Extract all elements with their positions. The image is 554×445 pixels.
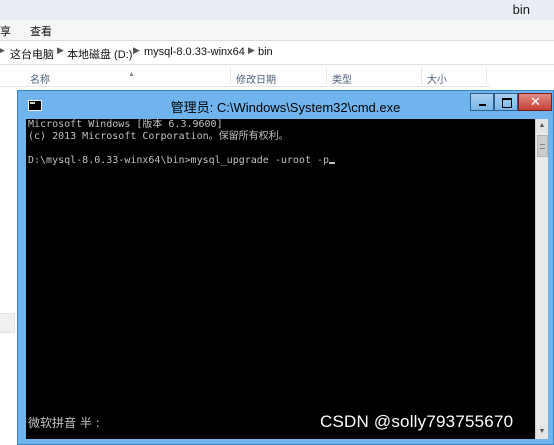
column-divider[interactable]: [230, 68, 231, 84]
scroll-up-arrow-icon[interactable]: ▲: [536, 119, 548, 133]
column-type[interactable]: 类型: [332, 71, 352, 86]
column-size[interactable]: 大小: [427, 71, 447, 86]
breadcrumb-this-pc[interactable]: 这台电脑: [10, 46, 54, 62]
chevron-right-icon: ▶: [133, 45, 140, 55]
console-prompt-line: D:\mysql-8.0.33-winx64\bin>mysql_upgrade…: [28, 155, 330, 166]
vertical-scrollbar[interactable]: ▲ ▼: [535, 119, 548, 439]
explorer-titlebar: bin: [0, 0, 554, 20]
chevron-right-icon: ▶: [0, 45, 5, 55]
explorer-ribbon: 享 查看: [0, 20, 554, 41]
console-output[interactable]: Microsoft Windows [版本 6.3.9600] (c) 2013…: [26, 119, 535, 439]
scrollbar-thumb[interactable]: [537, 135, 548, 157]
breadcrumb-bin[interactable]: bin: [258, 46, 273, 58]
explorer-title: bin: [512, 2, 530, 17]
column-name[interactable]: 名称: [30, 71, 50, 86]
scroll-down-arrow-icon[interactable]: ▼: [536, 425, 548, 439]
maximize-icon: [502, 98, 512, 108]
close-button[interactable]: ✕: [518, 93, 552, 111]
column-modified[interactable]: 修改日期: [236, 71, 276, 86]
console-line: Microsoft Windows [版本 6.3.9600]: [28, 119, 223, 130]
maximize-button[interactable]: [494, 93, 518, 111]
cmd-window[interactable]: 管理员: C:\Windows\System32\cmd.exe ✕ Micro…: [17, 90, 554, 445]
column-headers: ▲ 名称 修改日期 类型 大小: [0, 66, 490, 87]
text-cursor: [329, 162, 336, 164]
sort-ascending-icon: ▲: [128, 71, 135, 78]
column-divider[interactable]: [421, 68, 422, 84]
breadcrumb-local-disk[interactable]: 本地磁盘 (D:): [67, 46, 132, 62]
cmd-titlebar[interactable]: 管理员: C:\Windows\System32\cmd.exe ✕: [18, 91, 553, 119]
breadcrumb-mysql-folder[interactable]: mysql-8.0.33-winx64: [144, 46, 245, 58]
minimize-button[interactable]: [470, 93, 494, 111]
ribbon-tab-view[interactable]: 查看: [30, 23, 52, 39]
nav-pane-item[interactable]: [0, 313, 15, 333]
ime-status-bar: 微软拼音 半 :: [28, 416, 100, 430]
close-icon: ✕: [530, 94, 541, 109]
address-bar[interactable]: ▶ 这台电脑 ▶ 本地磁盘 (D:) ▶ mysql-8.0.33-winx64…: [0, 42, 554, 65]
ribbon-tab-share[interactable]: 享: [0, 23, 11, 39]
watermark: CSDN @solly793755670: [320, 412, 514, 431]
console-line: (c) 2013 Microsoft Corporation。保留所有权利。: [28, 131, 289, 142]
chevron-right-icon: ▶: [57, 45, 64, 55]
console-text: Microsoft Windows [版本 6.3.9600] (c) 2013…: [28, 119, 336, 167]
column-divider[interactable]: [326, 68, 327, 84]
minimize-icon: [479, 104, 486, 106]
column-divider[interactable]: [486, 68, 487, 84]
chevron-right-icon: ▶: [248, 45, 255, 55]
